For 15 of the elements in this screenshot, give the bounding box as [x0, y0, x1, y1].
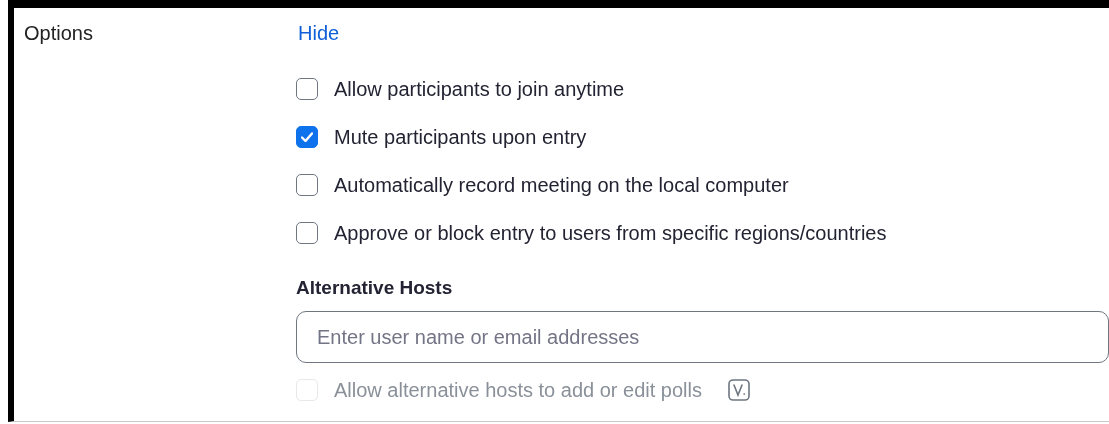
option-label: Approve or block entry to users from specific regions/countries [334, 221, 887, 245]
section-heading: Alternative Hosts [296, 277, 453, 299]
input-field[interactable]: Enter user name or email addresses [296, 311, 1109, 363]
checkbox[interactable] [296, 174, 318, 196]
check-icon [301, 132, 313, 142]
hide-link[interactable]: Hide [298, 22, 340, 45]
badge-icon [728, 379, 750, 401]
option-label: Allow alternative hosts to add or edit polls [334, 378, 702, 402]
checkbox[interactable] [296, 126, 318, 148]
section-label: Options [24, 22, 93, 44]
checkbox[interactable] [296, 78, 318, 100]
option-label: Allow participants to join anytime [334, 77, 625, 101]
checkbox[interactable] [296, 222, 318, 244]
option-label: Mute participants upon entry [334, 125, 587, 149]
option-label: Automatically record meeting on the local computer [334, 173, 789, 197]
